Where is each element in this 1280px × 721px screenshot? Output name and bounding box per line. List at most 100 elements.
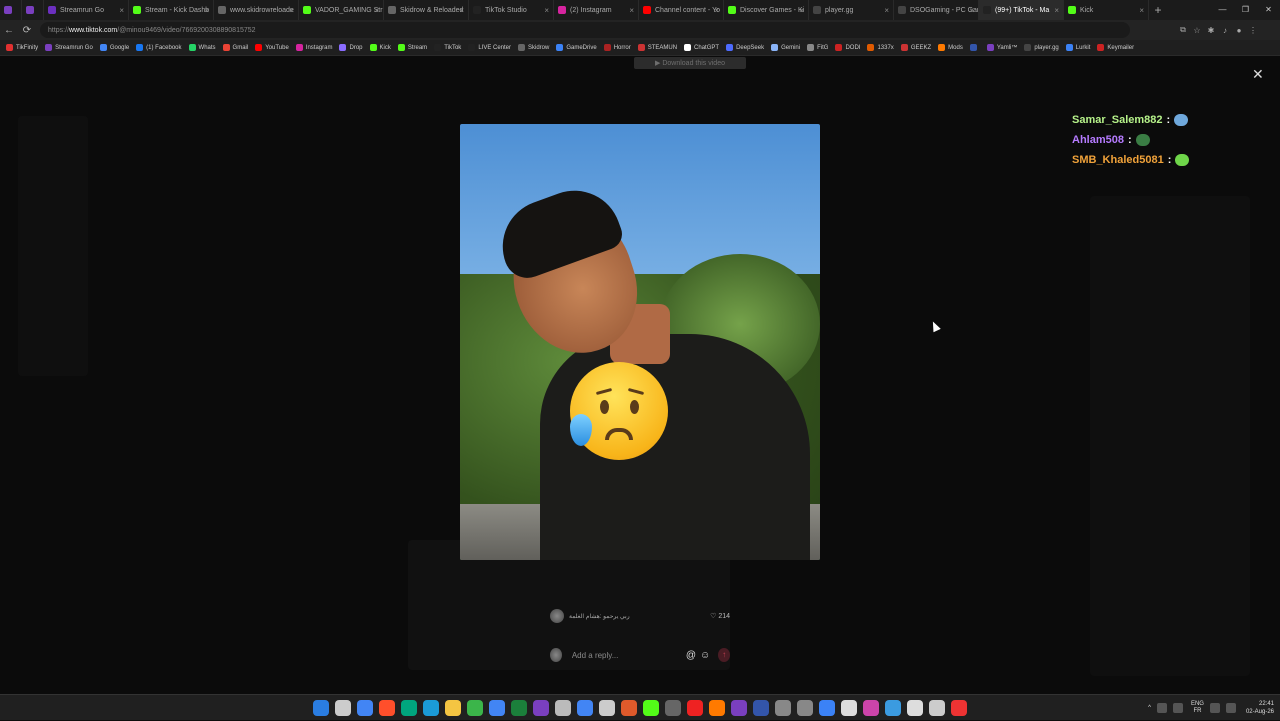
bookmark-item[interactable]: STEAMUN (637, 44, 677, 51)
new-tab-button[interactable]: + (1149, 3, 1167, 17)
bookmark-item[interactable]: 1337x (867, 44, 894, 51)
bookmark-item[interactable]: Lurkit (1065, 44, 1090, 51)
bookmark-item[interactable]: Horror (603, 44, 631, 51)
taskbar-app-icon[interactable] (731, 700, 747, 716)
tab-close-icon[interactable]: × (204, 6, 209, 15)
taskbar-app-icon[interactable] (357, 700, 373, 716)
tab-close-icon[interactable]: × (289, 6, 294, 15)
tab-close-icon[interactable]: × (799, 6, 804, 15)
bookmark-item[interactable]: FitG (807, 44, 828, 51)
install-app-icon[interactable]: ⧉ (1176, 25, 1190, 35)
bookmark-item[interactable] (969, 44, 980, 51)
browser-tab[interactable]: TikTok Studio × (469, 0, 554, 20)
tab-close-icon[interactable]: × (374, 6, 379, 15)
bookmark-item[interactable]: (1) Facebook (136, 44, 182, 51)
bookmark-item[interactable]: ChatGPT (684, 44, 719, 51)
browser-tab[interactable]: player.gg × (809, 0, 894, 20)
browser-tab[interactable]: Stream - Kick Dashb × (129, 0, 214, 20)
taskbar-app-icon[interactable] (797, 700, 813, 716)
search-icon[interactable] (335, 700, 351, 716)
bookmark-item[interactable]: GameDrive (556, 44, 597, 51)
tray-chevron-icon[interactable]: ^ (1148, 705, 1151, 711)
bookmark-item[interactable]: TikFinity (6, 44, 38, 51)
reload-icon[interactable]: ⟳ (18, 25, 36, 36)
maximize-icon[interactable]: ❐ (1234, 0, 1257, 20)
bookmark-item[interactable]: GEEKZ (900, 44, 931, 51)
mention-icon[interactable]: @ (686, 650, 696, 661)
taskbar-app-icon[interactable] (863, 700, 879, 716)
bookmark-item[interactable]: Keymailer (1097, 44, 1134, 51)
taskbar-app-icon[interactable] (775, 700, 791, 716)
browser-tab[interactable] (0, 0, 22, 20)
start-button-icon[interactable] (313, 700, 329, 716)
bookmark-item[interactable]: YouTube (255, 44, 289, 51)
extensions-icon[interactable]: ✱ (1204, 26, 1218, 35)
tray-app-icon[interactable] (1156, 703, 1167, 713)
bookmark-item[interactable]: Mods (938, 44, 963, 51)
video-frame[interactable] (460, 124, 820, 560)
clock[interactable]: 22:41 02-Aug-26 (1246, 700, 1274, 716)
comment-likes[interactable]: ♡ 214 (710, 612, 730, 621)
browser-tab[interactable]: Channel content - Yo × (639, 0, 724, 20)
tab-close-icon[interactable]: × (1054, 6, 1059, 15)
bookmark-item[interactable]: LIVE Center (468, 44, 511, 51)
download-video-banner[interactable]: ▶ Download this video (634, 57, 746, 69)
bookmark-item[interactable]: Drop (339, 44, 363, 51)
bookmark-item[interactable]: Whats (188, 44, 216, 51)
taskbar-app-icon[interactable] (753, 700, 769, 716)
browser-tab[interactable]: Discover Games - Ki × (724, 0, 809, 20)
tab-close-icon[interactable]: × (119, 6, 124, 15)
emoji-picker-icon[interactable]: ☺ (700, 650, 710, 661)
taskbar-app-icon[interactable] (511, 700, 527, 716)
wifi-icon[interactable] (1209, 703, 1220, 713)
profile-icon[interactable]: ● (1232, 26, 1246, 35)
taskbar-app-icon[interactable] (423, 700, 439, 716)
tab-close-icon[interactable]: × (544, 6, 549, 15)
tab-close-icon[interactable]: × (714, 6, 719, 15)
tab-close-icon[interactable]: × (884, 6, 889, 15)
taskbar-app-icon[interactable] (643, 700, 659, 716)
close-icon[interactable]: ✕ (1252, 66, 1264, 83)
taskbar-app-icon[interactable] (489, 700, 505, 716)
taskbar-app-icon[interactable] (907, 700, 923, 716)
url-field[interactable]: https://www.tiktok.com/@minou9469/video/… (40, 22, 1130, 38)
bookmark-star-icon[interactable]: ☆ (1190, 26, 1204, 35)
bookmark-item[interactable]: Streamrun Go (45, 44, 93, 51)
taskbar-app-icon[interactable] (687, 700, 703, 716)
taskbar-app-icon[interactable] (533, 700, 549, 716)
tab-close-icon[interactable]: × (1139, 6, 1144, 15)
taskbar-app-icon[interactable] (555, 700, 571, 716)
bookmark-item[interactable]: TikTok (434, 44, 461, 51)
bookmark-item[interactable]: Kick (369, 44, 391, 51)
tab-close-icon[interactable]: × (459, 6, 464, 15)
browser-tab[interactable]: Kick × (1064, 0, 1149, 20)
bookmark-item[interactable]: Google (99, 44, 129, 51)
taskbar-app-icon[interactable] (885, 700, 901, 716)
bookmark-item[interactable]: DODI (835, 44, 860, 51)
taskbar-app-icon[interactable] (951, 700, 967, 716)
browser-tab[interactable]: VADOR_GAMING Str × (299, 0, 384, 20)
taskbar-app-icon[interactable] (445, 700, 461, 716)
bookmark-item[interactable]: Skidrow (518, 44, 549, 51)
tab-close-icon[interactable]: × (629, 6, 634, 15)
bookmark-item[interactable]: DeepSeek (726, 44, 764, 51)
taskbar-app-icon[interactable] (929, 700, 945, 716)
language-indicator[interactable]: ENG FR (1191, 701, 1204, 715)
taskbar-app-icon[interactable] (401, 700, 417, 716)
taskbar-app-icon[interactable] (577, 700, 593, 716)
browser-tab[interactable]: Streamrun Go × (44, 0, 129, 20)
comment-avatar[interactable] (550, 609, 564, 623)
browser-tab[interactable]: www.skidrowreloade × (214, 0, 299, 20)
bookmark-item[interactable]: Stream (397, 44, 427, 51)
taskbar-app-icon[interactable] (841, 700, 857, 716)
window-close-icon[interactable]: ✕ (1257, 0, 1280, 20)
taskbar-app-icon[interactable] (599, 700, 615, 716)
minimize-icon[interactable]: — (1211, 0, 1234, 20)
taskbar-app-icon[interactable] (819, 700, 835, 716)
send-reply-button[interactable]: ↑ (718, 648, 730, 662)
taskbar-app-icon[interactable] (665, 700, 681, 716)
menu-icon[interactable]: ⋮ (1246, 26, 1260, 35)
taskbar-app-icon[interactable] (709, 700, 725, 716)
browser-tab[interactable]: (2) Instagram × (554, 0, 639, 20)
browser-tab[interactable]: Skidrow & Reloaded × (384, 0, 469, 20)
